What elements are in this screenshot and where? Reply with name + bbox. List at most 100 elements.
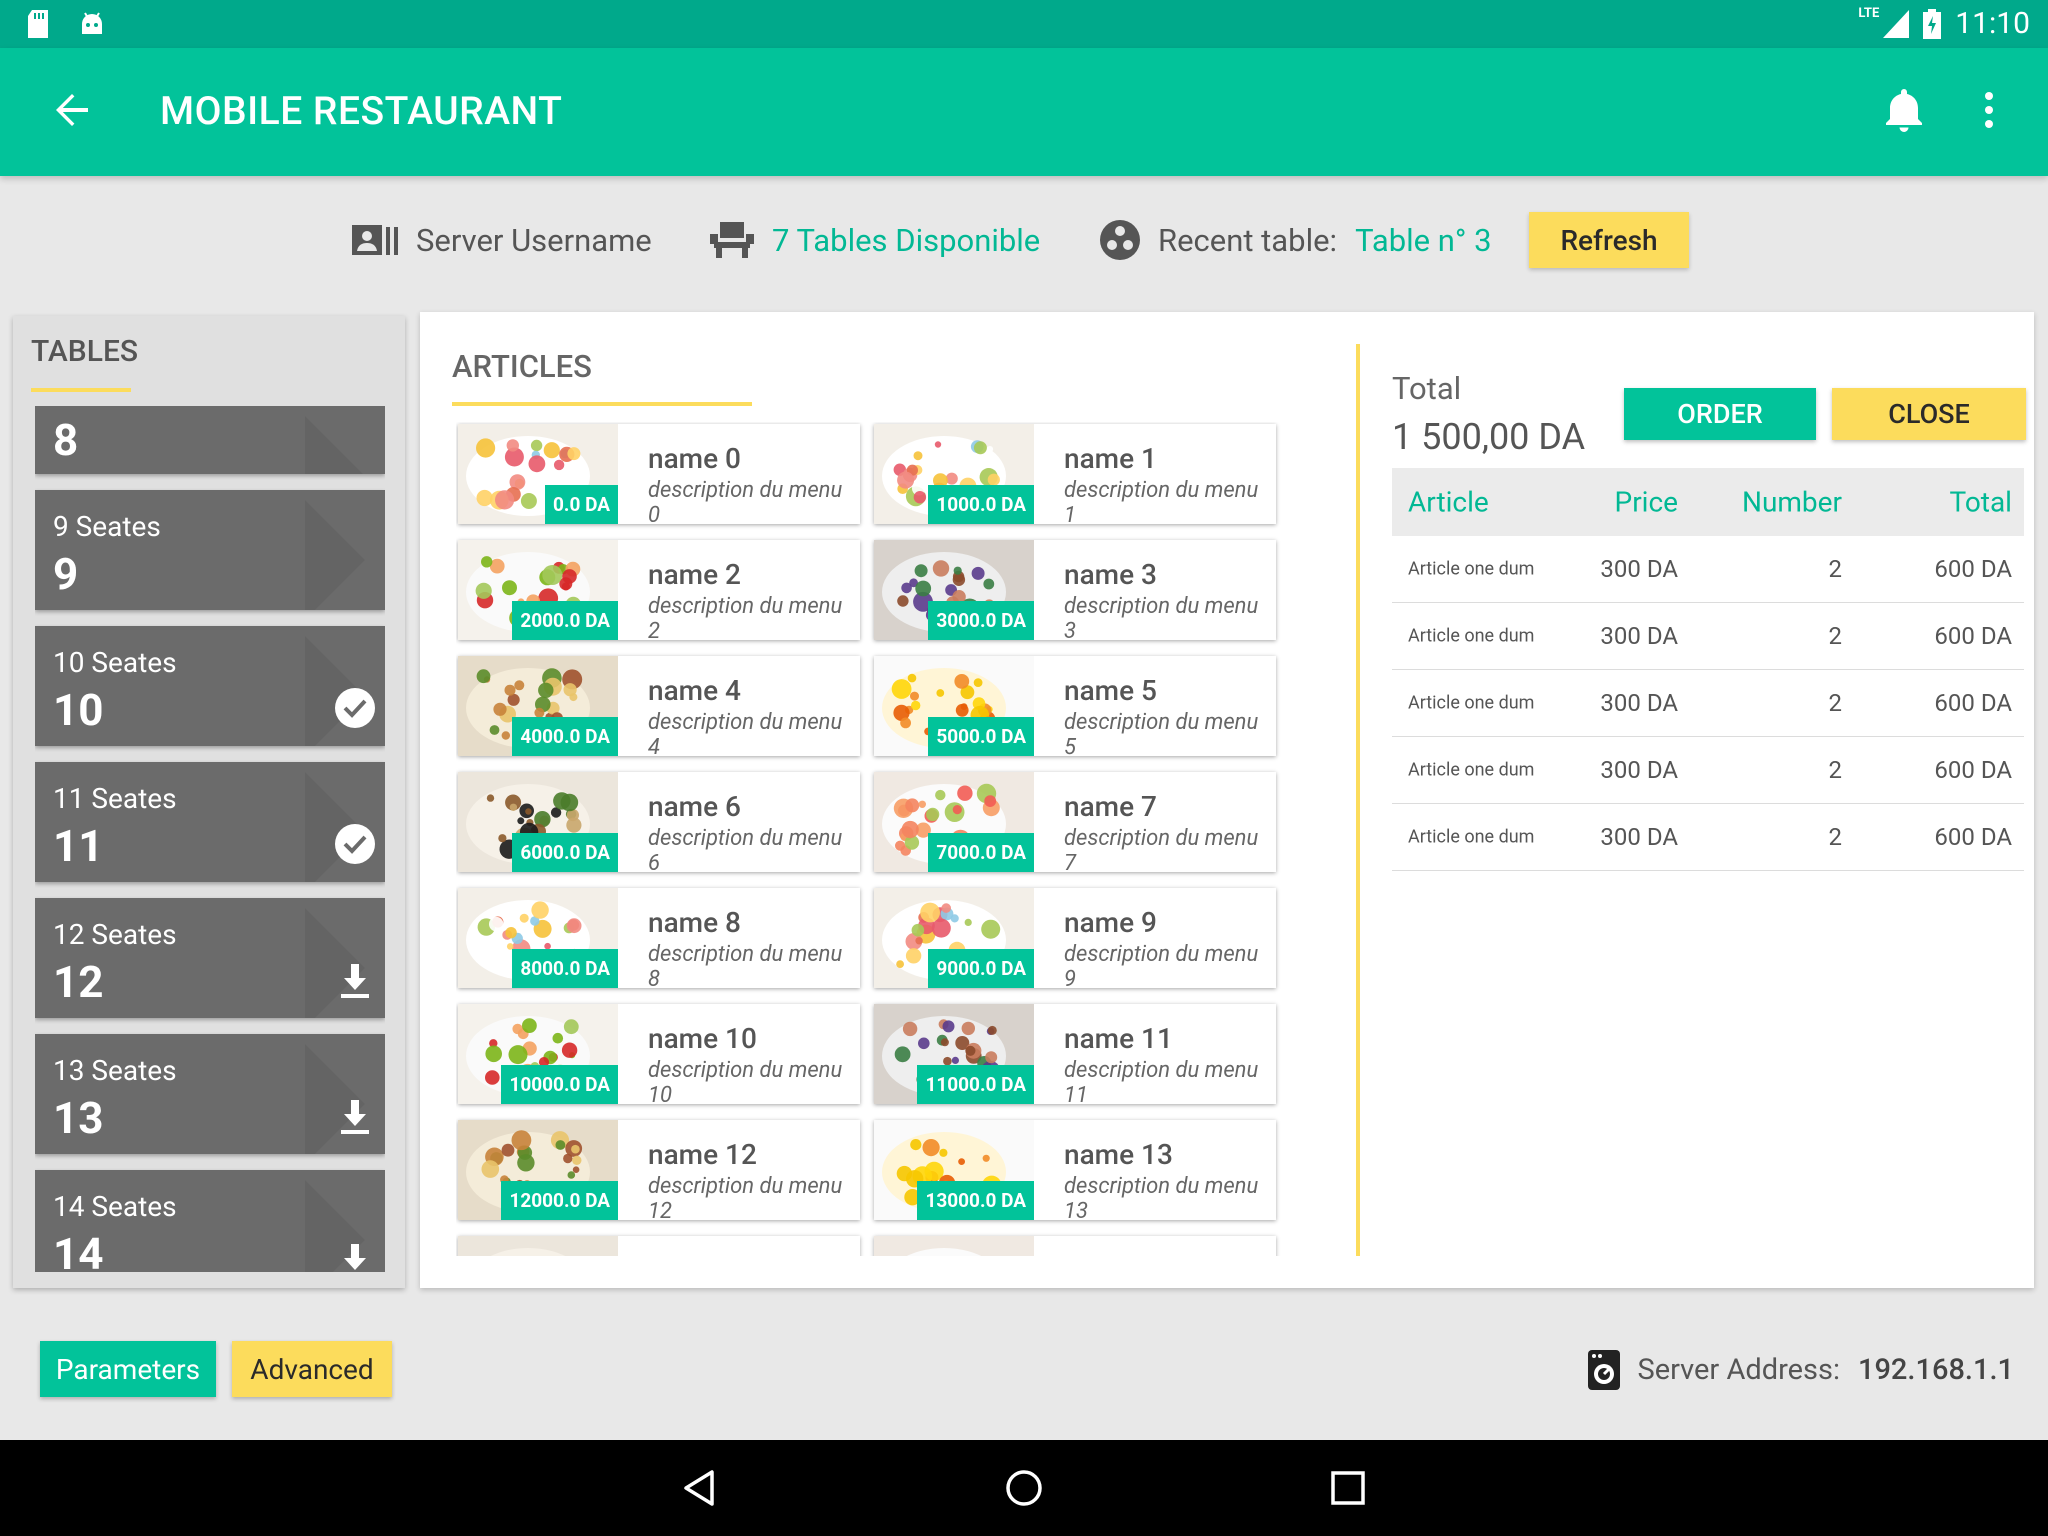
row-price: 300 DA [1600,555,1678,583]
account-card-icon [352,225,398,255]
row-price: 300 DA [1600,622,1678,650]
article-card[interactable]: 11000.0 DA name 11 description du menu 11 [874,1004,1276,1108]
server-device-icon [1587,1350,1620,1390]
panel-divider [1356,344,1360,1256]
row-article: Article one dum [1408,625,1535,647]
article-description: description du menu 5 [1064,710,1259,760]
article-image: 5000.0 DA [874,656,1034,756]
server-address-label: Server Address: [1637,1353,1840,1387]
nav-recents-icon[interactable] [1326,1466,1370,1510]
article-name: name 9 [1064,906,1157,939]
article-name: name 6 [648,790,741,823]
article-card[interactable]: 10000.0 DA name 10 description du menu 10 [458,1004,860,1108]
article-price: 9000.0 DA [928,949,1034,988]
seat-icon [710,222,754,258]
row-total: 600 DA [1934,622,2012,650]
check-circle-icon [335,688,375,728]
row-article: Article one dum [1408,692,1535,714]
table-card[interactable]: 10 Seates 10 [35,626,385,746]
article-card[interactable]: 1000.0 DA name 1 description du menu 1 [874,424,1276,528]
row-number: 2 [1828,555,1843,583]
article-card[interactable]: name 15 [874,1236,1276,1256]
article-image [874,1236,1034,1256]
status-bar: LTE 11:10 [0,0,2048,48]
article-description: description du menu 12 [648,1174,843,1224]
article-name: name 0 [648,442,741,475]
row-number: 2 [1828,689,1843,717]
tables-list[interactable]: 8 9 Seates 9 10 Seates 10 11 Seates 11 1… [35,406,385,1272]
back-arrow-icon[interactable] [50,88,94,132]
table-row[interactable]: Article one dum 300 DA 2 600 DA [1392,603,2024,670]
table-card[interactable]: 13 Seates 13 [35,1034,385,1154]
article-description: description du menu 9 [1064,942,1259,992]
article-image: 8000.0 DA [458,888,618,988]
article-price: 6000.0 DA [512,833,618,872]
row-number: 2 [1828,823,1843,851]
close-button[interactable]: CLOSE [1832,388,2026,440]
signal-icon [1883,9,1910,38]
articles-grid[interactable]: 0.0 DA name 0 description du menu 0 1000.0 … [456,422,1336,1256]
table-card[interactable]: 8 [35,406,385,474]
advanced-button[interactable]: Advanced [232,1341,392,1397]
article-card[interactable]: 5000.0 DA name 5 description du menu 5 [874,656,1276,760]
recent-table-value: Table n° 3 [1355,221,1492,259]
app-title: MOBILE RESTAURANT [160,88,563,134]
article-card[interactable]: 2000.0 DA name 2 description du menu 2 [458,540,860,644]
article-image [458,1236,618,1256]
table-seats: 9 Seates [53,510,161,543]
table-row[interactable]: Article one dum 300 DA 2 600 DA [1392,670,2024,737]
table-card[interactable]: 14 Seates 14 [35,1170,385,1272]
article-card[interactable]: 3000.0 DA name 3 description du menu 3 [874,540,1276,644]
article-card[interactable]: 8000.0 DA name 8 description du menu 8 [458,888,860,992]
article-card[interactable]: 0.0 DA name 0 description du menu 0 [458,424,860,528]
article-name: name 14 [648,1254,757,1256]
article-price: 0.0 DA [545,485,618,524]
article-card[interactable]: 12000.0 DA name 12 description du menu 12 [458,1120,860,1224]
order-button[interactable]: ORDER [1624,388,1816,440]
article-card[interactable]: 7000.0 DA name 7 description du menu 7 [874,772,1276,876]
article-description: description du menu 0 [648,478,843,528]
info-row: Server Username 7 Tables Disponible Rece… [0,210,2048,270]
tables-title-underline [31,388,131,392]
table-seats: 11 Seates [53,782,177,815]
row-total: 600 DA [1934,555,2012,583]
parameters-button[interactable]: Parameters [40,1341,216,1397]
nav-home-icon[interactable] [1002,1466,1046,1510]
article-name: name 10 [648,1022,757,1055]
column-header-total: Total [1949,485,2012,519]
article-price: 13000.0 DA [917,1181,1034,1220]
tables-panel: TABLES 8 9 Seates 9 10 Seates 10 11 Seat… [13,316,405,1288]
notification-bell-icon[interactable] [1884,88,1924,132]
article-price: 2000.0 DA [512,601,618,640]
article-image: 9000.0 DA [874,888,1034,988]
article-name: name 3 [1064,558,1157,591]
nav-back-icon[interactable] [678,1466,722,1510]
article-card[interactable]: 9000.0 DA name 9 description du menu 9 [874,888,1276,992]
article-name: name 15 [1064,1254,1173,1256]
table-card[interactable]: 11 Seates 11 [35,762,385,882]
more-vert-icon[interactable] [1974,88,2004,132]
android-icon [82,12,102,34]
table-row[interactable]: Article one dum 300 DA 2 600 DA [1392,737,2024,804]
table-number: 9 [53,548,79,600]
column-header-number: Number [1741,485,1842,519]
row-article: Article one dum [1408,759,1535,781]
table-row[interactable]: Article one dum 300 DA 2 600 DA [1392,536,2024,603]
table-row[interactable]: Article one dum 300 DA 2 600 DA [1392,804,2024,871]
column-header-price: Price [1614,485,1678,519]
refresh-button[interactable]: Refresh [1529,212,1689,268]
battery-charging-icon [1923,8,1942,39]
download-icon [341,964,369,998]
article-card[interactable]: 13000.0 DA name 13 description du menu 13 [874,1120,1276,1224]
table-seats: 13 Seates [53,1054,177,1087]
article-description: description du menu 3 [1064,594,1259,644]
recent-table: Recent table: Table n° 3 [1100,210,1492,270]
table-card[interactable]: 9 Seates 9 [35,490,385,610]
restaurant-table-icon [1100,220,1140,260]
article-card[interactable]: 6000.0 DA name 6 description du menu 6 [458,772,860,876]
table-card[interactable]: 12 Seates 12 [35,898,385,1018]
system-nav-bar [0,1440,2048,1536]
article-card[interactable]: 4000.0 DA name 4 description du menu 4 [458,656,860,760]
article-card[interactable]: name 14 [458,1236,860,1256]
check-circle-icon [335,824,375,864]
